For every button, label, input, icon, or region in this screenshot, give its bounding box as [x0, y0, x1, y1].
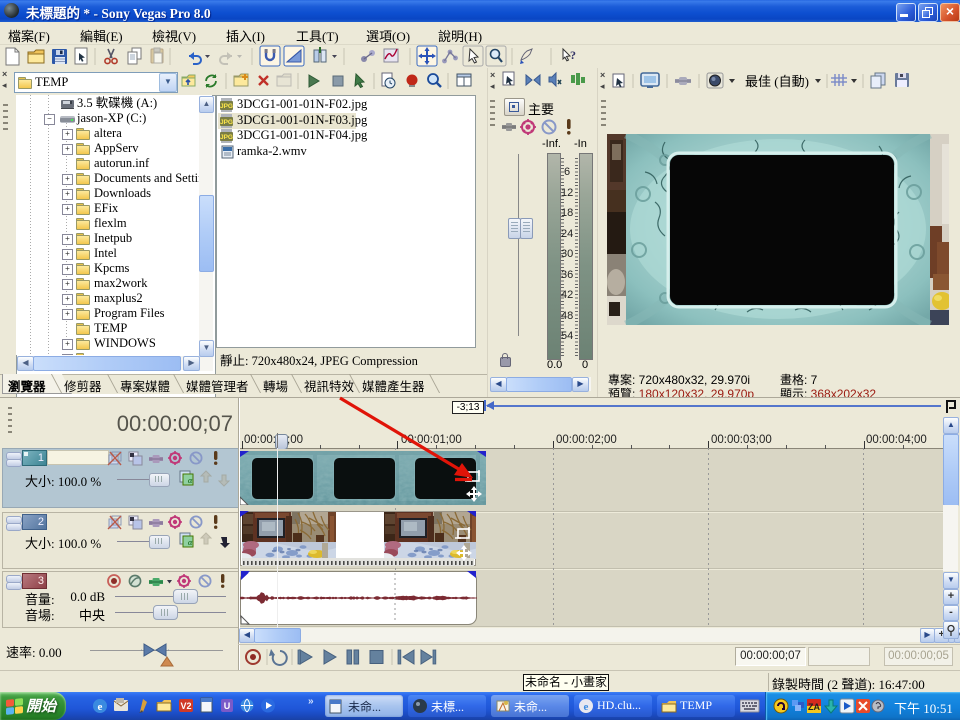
svg-text:e: e [98, 701, 103, 713]
svg-text:e: e [584, 701, 589, 713]
svg-text:ZA: ZA [808, 702, 820, 712]
svg-text:JPG: JPG [220, 134, 233, 141]
svg-text:JPG: JPG [220, 103, 233, 110]
svg-text:?: ? [570, 48, 576, 62]
svg-text:V2: V2 [180, 701, 191, 711]
svg-text:U: U [224, 701, 231, 711]
svg-text:最佳 (自動): 最佳 (自動) [745, 74, 809, 89]
svg-text:JPG: JPG [220, 119, 233, 126]
